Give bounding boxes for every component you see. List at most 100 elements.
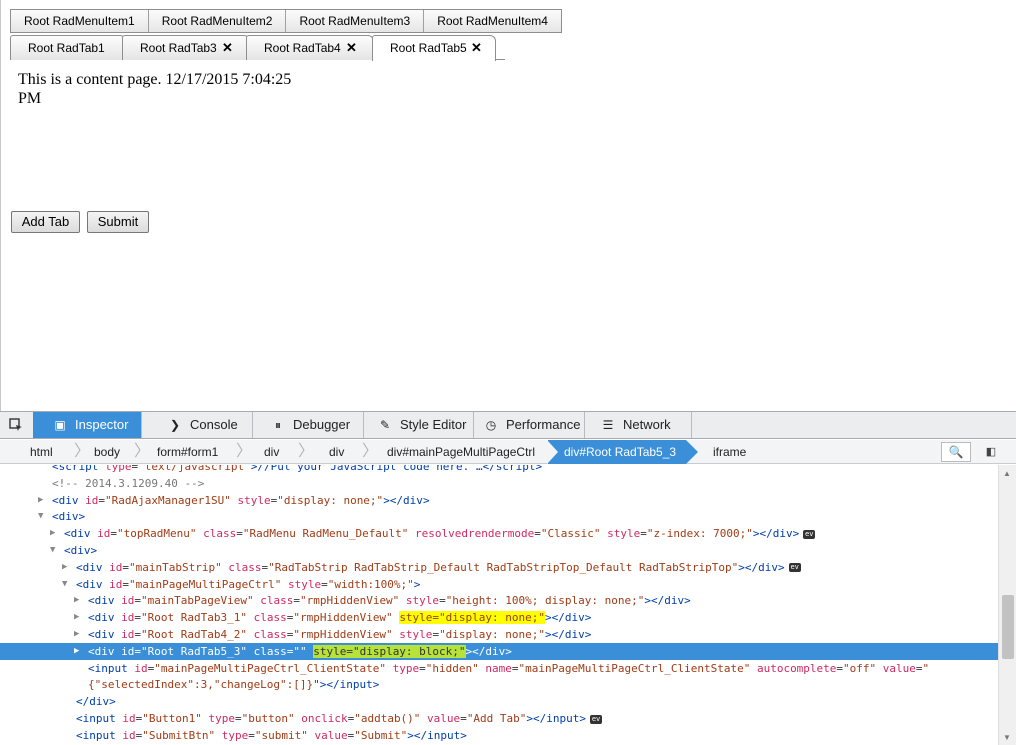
markup-text: <div id="topRadMenu" class="RadMenu RadM…	[64, 527, 816, 541]
crumb-separator: 〉	[236, 443, 253, 460]
markup-text: <div id="RadAjaxManager1SU" style="displ…	[52, 493, 430, 507]
close-icon[interactable]: ✕	[346, 36, 357, 60]
tab-label: Network	[623, 417, 671, 432]
markup-line[interactable]: ▶ <div id="topRadMenu" class="RadMenu Rad…	[0, 525, 998, 542]
tab-root-radtab1[interactable]: Root RadTab1	[10, 35, 126, 60]
markup-text: </div>	[76, 695, 116, 709]
search-icon: 🔍	[948, 445, 964, 459]
scroll-thumb[interactable]	[1002, 595, 1014, 659]
collapse-arrow-icon[interactable]: ▼	[62, 576, 72, 593]
markup-text: <input id="Button1" type="button" onclic…	[76, 712, 603, 725]
tab-network[interactable]: ☰ Network	[585, 412, 692, 438]
markup-line[interactable]: ▶ <div id="mainTabPageView" class="rmpHid…	[0, 592, 998, 609]
markup-line[interactable]: <input id="mainPageMultiPageCtrl_ClientS…	[0, 660, 998, 677]
tab-root-radtab4[interactable]: Root RadTab4 ✕	[246, 35, 374, 60]
collapse-arrow-icon[interactable]: ▼	[50, 542, 60, 559]
markup-text: <div id="mainTabPageView" class="rmpHidd…	[88, 594, 691, 608]
markup-text: <div>	[64, 544, 98, 557]
tab-root-radtab3[interactable]: Root RadTab3 ✕	[122, 35, 250, 60]
rad-menu: Root RadMenuItem1 Root RadMenuItem2 Root…	[10, 9, 562, 33]
tab-inspector[interactable]: ▣ Inspector	[33, 412, 142, 438]
crumb-div-2[interactable]: div	[329, 440, 344, 464]
markup-line[interactable]: <!-- 2014.3.1209.40 -->	[0, 475, 998, 492]
markup-line[interactable]: <input id="SubmitBtn" type="submit" valu…	[0, 727, 998, 744]
markup-text: <div id="mainPageMultiPageCtrl" style="w…	[76, 577, 421, 591]
markup-text: <div id="Root RadTab4_2" class="rmpHidde…	[88, 628, 592, 641]
crumb-root-radtab5[interactable]: div#Root RadTab5_3	[546, 440, 699, 464]
tab-label: Style Editor	[400, 417, 467, 432]
element-picker-icon[interactable]	[0, 412, 32, 438]
crumb-html[interactable]: html	[30, 440, 53, 464]
tab-label: Console	[190, 417, 238, 432]
tab-label: Root RadTab5	[390, 41, 467, 55]
expand-arrow-icon[interactable]: ▶	[74, 609, 84, 626]
markup-line[interactable]: ▶ <div id="Root RadTab3_1" class="rmpHidd…	[0, 609, 998, 626]
performance-icon: ◷	[485, 418, 497, 432]
expand-arrow-icon[interactable]: ▶	[50, 525, 60, 542]
expand-arrow-icon[interactable]: ▶	[74, 592, 84, 609]
event-badge[interactable]: ev	[788, 563, 801, 573]
menu-item-2[interactable]: Root RadMenuItem2	[149, 10, 287, 32]
crumb-iframe[interactable]: iframe	[713, 440, 746, 464]
add-tab-button[interactable]: Add Tab	[11, 211, 80, 233]
close-icon[interactable]: ✕	[471, 36, 482, 60]
menu-item-4[interactable]: Root RadMenuItem4	[424, 10, 561, 32]
markup-line[interactable]: ▶ <div id="mainTabStrip" class="RadTabStr…	[0, 559, 998, 576]
style-editor-icon: ✎	[379, 418, 391, 432]
devtools-panel: ▣ Inspector ❯ Console ⏸ Debugger ✎ Style Edi…	[0, 411, 1016, 745]
markup-text: <div id="mainTabStrip" class="RadTabStri…	[76, 560, 801, 574]
expand-arrow-icon[interactable]: ▶	[38, 492, 48, 509]
markup-scrollbar[interactable]: ▲ ▼	[998, 465, 1016, 745]
content-text: This is a content page. 12/17/2015 7:04:…	[18, 71, 292, 107]
expand-arrow-icon[interactable]: ▶	[74, 626, 84, 643]
web-page: Root RadMenuItem1 Root RadMenuItem2 Root…	[0, 0, 1016, 411]
markup-line-selected[interactable]: ▶ <div id="Root RadTab5_3" class="" style…	[0, 642, 998, 660]
expand-arrow-icon[interactable]: ▶	[74, 643, 84, 660]
breadcrumb: html 〉 body 〉 form#form1 〉 div 〉 div 〉 d…	[0, 440, 1016, 464]
menu-item-3[interactable]: Root RadMenuItem3	[286, 10, 425, 32]
markup-text: {"selectedIndex":3,"changeLog":[]}"></in…	[88, 678, 380, 692]
markup-text: <div>	[52, 510, 86, 524]
markup-view: <script type="text/javascript">//Put you…	[0, 465, 998, 745]
markup-text: <div id="Root RadTab3_1" class="rmpHidde…	[88, 611, 592, 625]
markup-line[interactable]: ▼ <div>	[0, 508, 998, 525]
scroll-up-icon[interactable]: ▲	[1003, 469, 1011, 478]
event-badge[interactable]: ev	[803, 529, 816, 539]
markup-text: <input id="mainPageMultiPageCtrl_ClientS…	[88, 661, 930, 675]
tab-label: Debugger	[293, 417, 351, 432]
crumb-main-multipage[interactable]: div#mainPageMultiPageCtrl	[387, 440, 535, 464]
crumb-form[interactable]: form#form1	[157, 440, 218, 464]
markup-line[interactable]: <script type="text/javascript">//Put you…	[0, 465, 998, 475]
inspector-icon: ▣	[54, 418, 66, 432]
expand-arrow-icon[interactable]: ▶	[62, 559, 72, 576]
event-badge[interactable]: ev	[590, 714, 603, 724]
search-input[interactable]: 🔍	[941, 442, 971, 462]
crumb-body[interactable]: body	[94, 440, 120, 464]
submit-button[interactable]: Submit	[87, 211, 149, 233]
markup-text: <input id="SubmitBtn" type="submit" valu…	[76, 728, 467, 742]
tab-console[interactable]: ❯ Console	[142, 412, 253, 438]
tab-performance[interactable]: ◷ Performance	[474, 412, 585, 438]
markup-line[interactable]: ▶ <div id="RadAjaxManager1SU" style="disp…	[0, 492, 998, 509]
markup-line[interactable]: {"selectedIndex":3,"changeLog":[]}"></in…	[0, 676, 998, 693]
tab-style-editor[interactable]: ✎ Style Editor	[364, 412, 474, 438]
menu-item-1[interactable]: Root RadMenuItem1	[11, 10, 149, 32]
sidebar-toggle-icon[interactable]: ◧	[982, 443, 1000, 461]
tab-debugger[interactable]: ⏸ Debugger	[253, 412, 364, 438]
tab-label: Performance	[506, 417, 581, 432]
crumb-separator: 〉	[362, 443, 379, 460]
markup-text: <div id="Root RadTab5_3" class="" style=…	[88, 644, 512, 658]
markup-line[interactable]: </div>	[0, 693, 998, 710]
collapse-arrow-icon[interactable]: ▼	[38, 508, 48, 525]
tab-root-radtab5[interactable]: Root RadTab5 ✕	[372, 35, 496, 61]
tab-label: Inspector	[75, 417, 129, 432]
markup-line[interactable]: ▼ <div>	[0, 542, 998, 559]
markup-line[interactable]: <input id="Button1" type="button" onclic…	[0, 710, 998, 727]
close-icon[interactable]: ✕	[222, 36, 233, 60]
markup-text: <script type="text/javascript">//Put you…	[52, 465, 543, 473]
crumb-div-1[interactable]: div	[264, 440, 279, 464]
scroll-down-icon[interactable]: ▼	[1003, 733, 1011, 742]
markup-line[interactable]: ▼ <div id="mainPageMultiPageCtrl" style="…	[0, 576, 998, 593]
markup-line[interactable]: ▶ <div id="Root RadTab4_2" class="rmpHidd…	[0, 626, 998, 643]
network-icon: ☰	[602, 418, 614, 432]
